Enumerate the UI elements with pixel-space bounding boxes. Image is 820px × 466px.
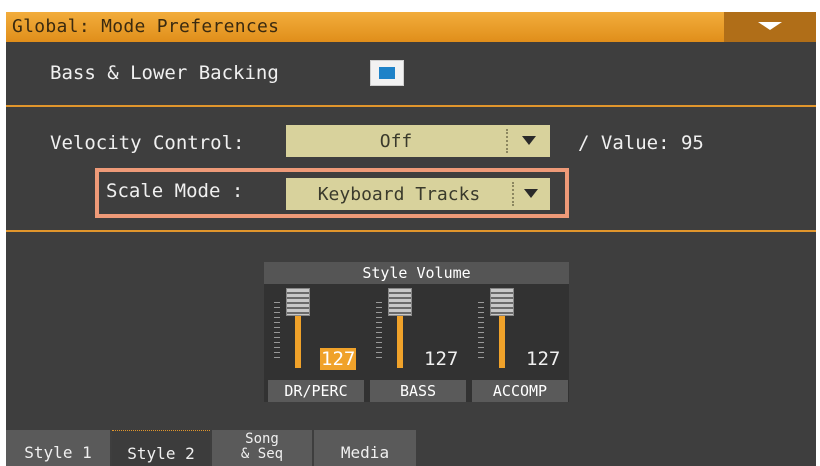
fader-level-bar (295, 316, 301, 368)
tab-label: Media (340, 443, 390, 462)
channel-volume-value: 127 (526, 348, 561, 370)
velocity-value-readout: / Value: 95 (578, 132, 704, 154)
fader-knob[interactable] (490, 288, 514, 316)
fader-scale (376, 302, 382, 362)
channel-strip-dr-perc[interactable]: 127 DR/PERC (266, 284, 366, 402)
select-separator (506, 129, 508, 153)
tab-style-1[interactable]: Style 1 (6, 430, 110, 466)
page-title: Global: Mode Preferences (12, 16, 280, 37)
fader-level-bar (499, 316, 505, 368)
chevron-down-icon (522, 136, 536, 145)
page-menu-button[interactable] (724, 12, 816, 42)
fader-scale (478, 302, 484, 362)
select-separator (512, 182, 514, 206)
velocity-control-value: Off (379, 131, 413, 152)
tab-media[interactable]: Media (314, 430, 416, 466)
channel-strip-accomp[interactable]: 127 ACCOMP (470, 284, 570, 402)
tab-label-line2: & Seq (240, 446, 284, 462)
channel-name: BASS (370, 380, 466, 402)
tab-style-2[interactable]: Style 2 (112, 430, 210, 466)
scale-mode-value: Keyboard Tracks (317, 184, 481, 205)
channel-name: ACCOMP (472, 380, 568, 402)
velocity-control-select[interactable]: Off (286, 125, 550, 157)
title-bar: Global: Mode Preferences (6, 12, 816, 42)
channel-name: DR/PERC (268, 380, 364, 402)
scale-mode-select[interactable]: Keyboard Tracks (286, 178, 550, 210)
tab-label-line1: Song (245, 431, 279, 447)
fader-level-bar (397, 316, 403, 368)
bass-lower-backing-checkbox[interactable] (370, 60, 404, 86)
channel-volume-value: 127 (424, 348, 459, 370)
checkbox-check-icon (379, 67, 395, 79)
channel-strip-bass[interactable]: 127 BASS (368, 284, 468, 402)
style-volume-mixer: Style Volume 127 DR/PERC 127 BASS 127 AC… (264, 262, 569, 402)
tab-bar: Style 1 Style 2 Song & Seq Media (6, 430, 816, 466)
section-divider (6, 105, 816, 107)
chevron-down-icon (524, 189, 538, 198)
section-divider (6, 230, 816, 232)
tab-song-seq[interactable]: Song & Seq (212, 430, 312, 466)
channel-volume-value: 127 (320, 348, 357, 370)
velocity-control-label: Velocity Control: (50, 132, 245, 154)
mixer-title: Style Volume (264, 262, 569, 284)
fader-knob[interactable] (286, 288, 310, 316)
bass-lower-backing-label: Bass & Lower Backing (50, 62, 279, 84)
menu-arrow-icon (758, 22, 782, 30)
scale-mode-label: Scale Mode : (106, 180, 244, 202)
fader-scale (274, 302, 280, 362)
mode-preferences-screen: Global: Mode Preferences Bass & Lower Ba… (6, 12, 816, 466)
tab-label: Style 1 (24, 443, 92, 462)
fader-knob[interactable] (388, 288, 412, 316)
tab-label: Style 2 (127, 444, 195, 463)
